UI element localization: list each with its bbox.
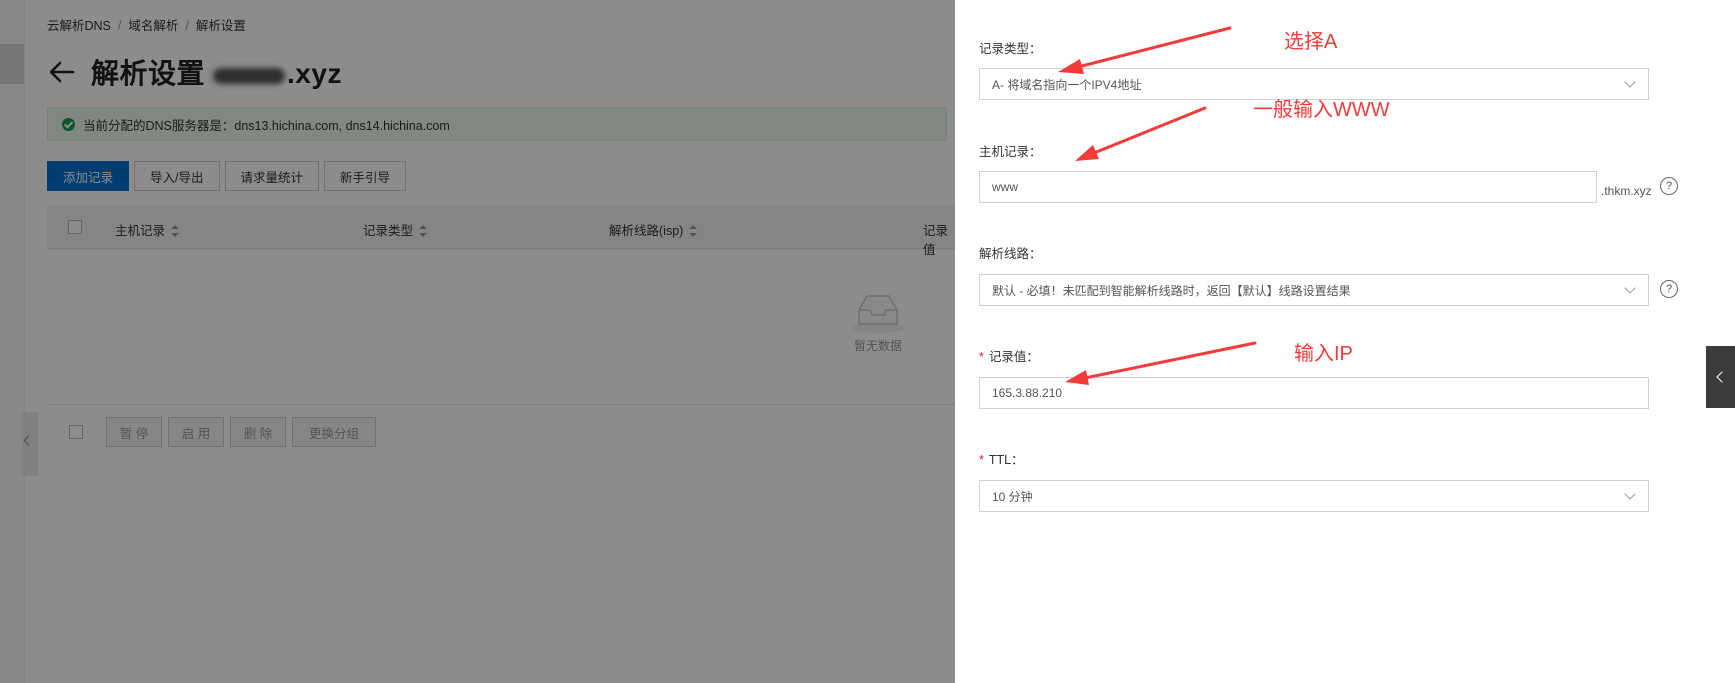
annotation-arrows [1058,26,1257,385]
annotation-arrow-type [1058,26,1232,74]
drawer-collapse-button[interactable] [1706,346,1735,408]
chevron-left-icon [1716,371,1728,383]
annotation-arrow-ip [1065,341,1257,385]
annotation-arrow-host [1075,106,1207,161]
